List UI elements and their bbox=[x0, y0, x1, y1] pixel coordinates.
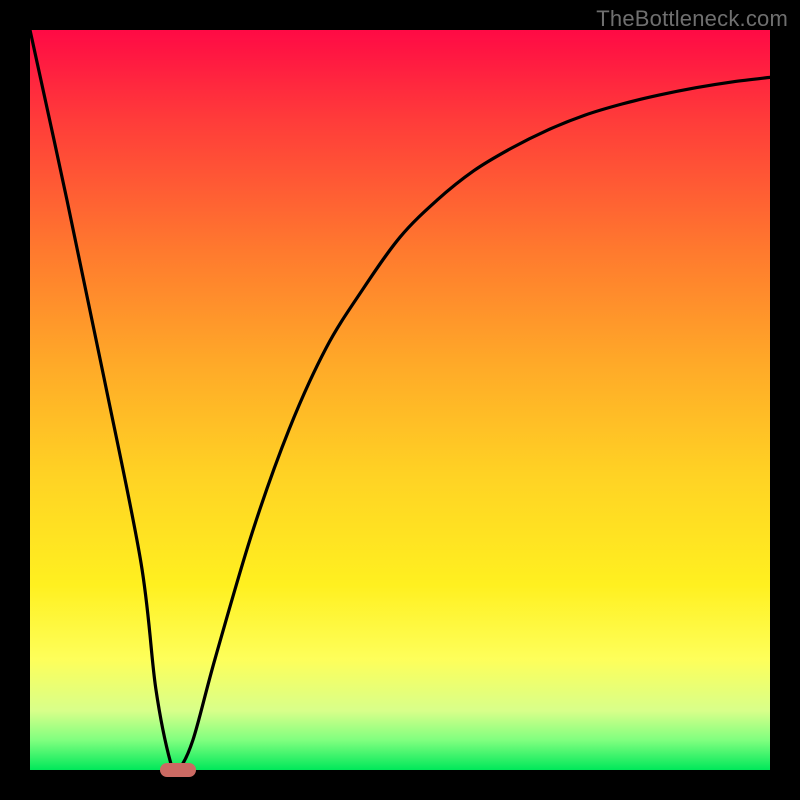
chart-frame: TheBottleneck.com bbox=[0, 0, 800, 800]
bottleneck-curve bbox=[30, 30, 770, 770]
optimum-marker bbox=[160, 763, 196, 777]
plot-area bbox=[30, 30, 770, 770]
watermark-text: TheBottleneck.com bbox=[596, 6, 788, 32]
